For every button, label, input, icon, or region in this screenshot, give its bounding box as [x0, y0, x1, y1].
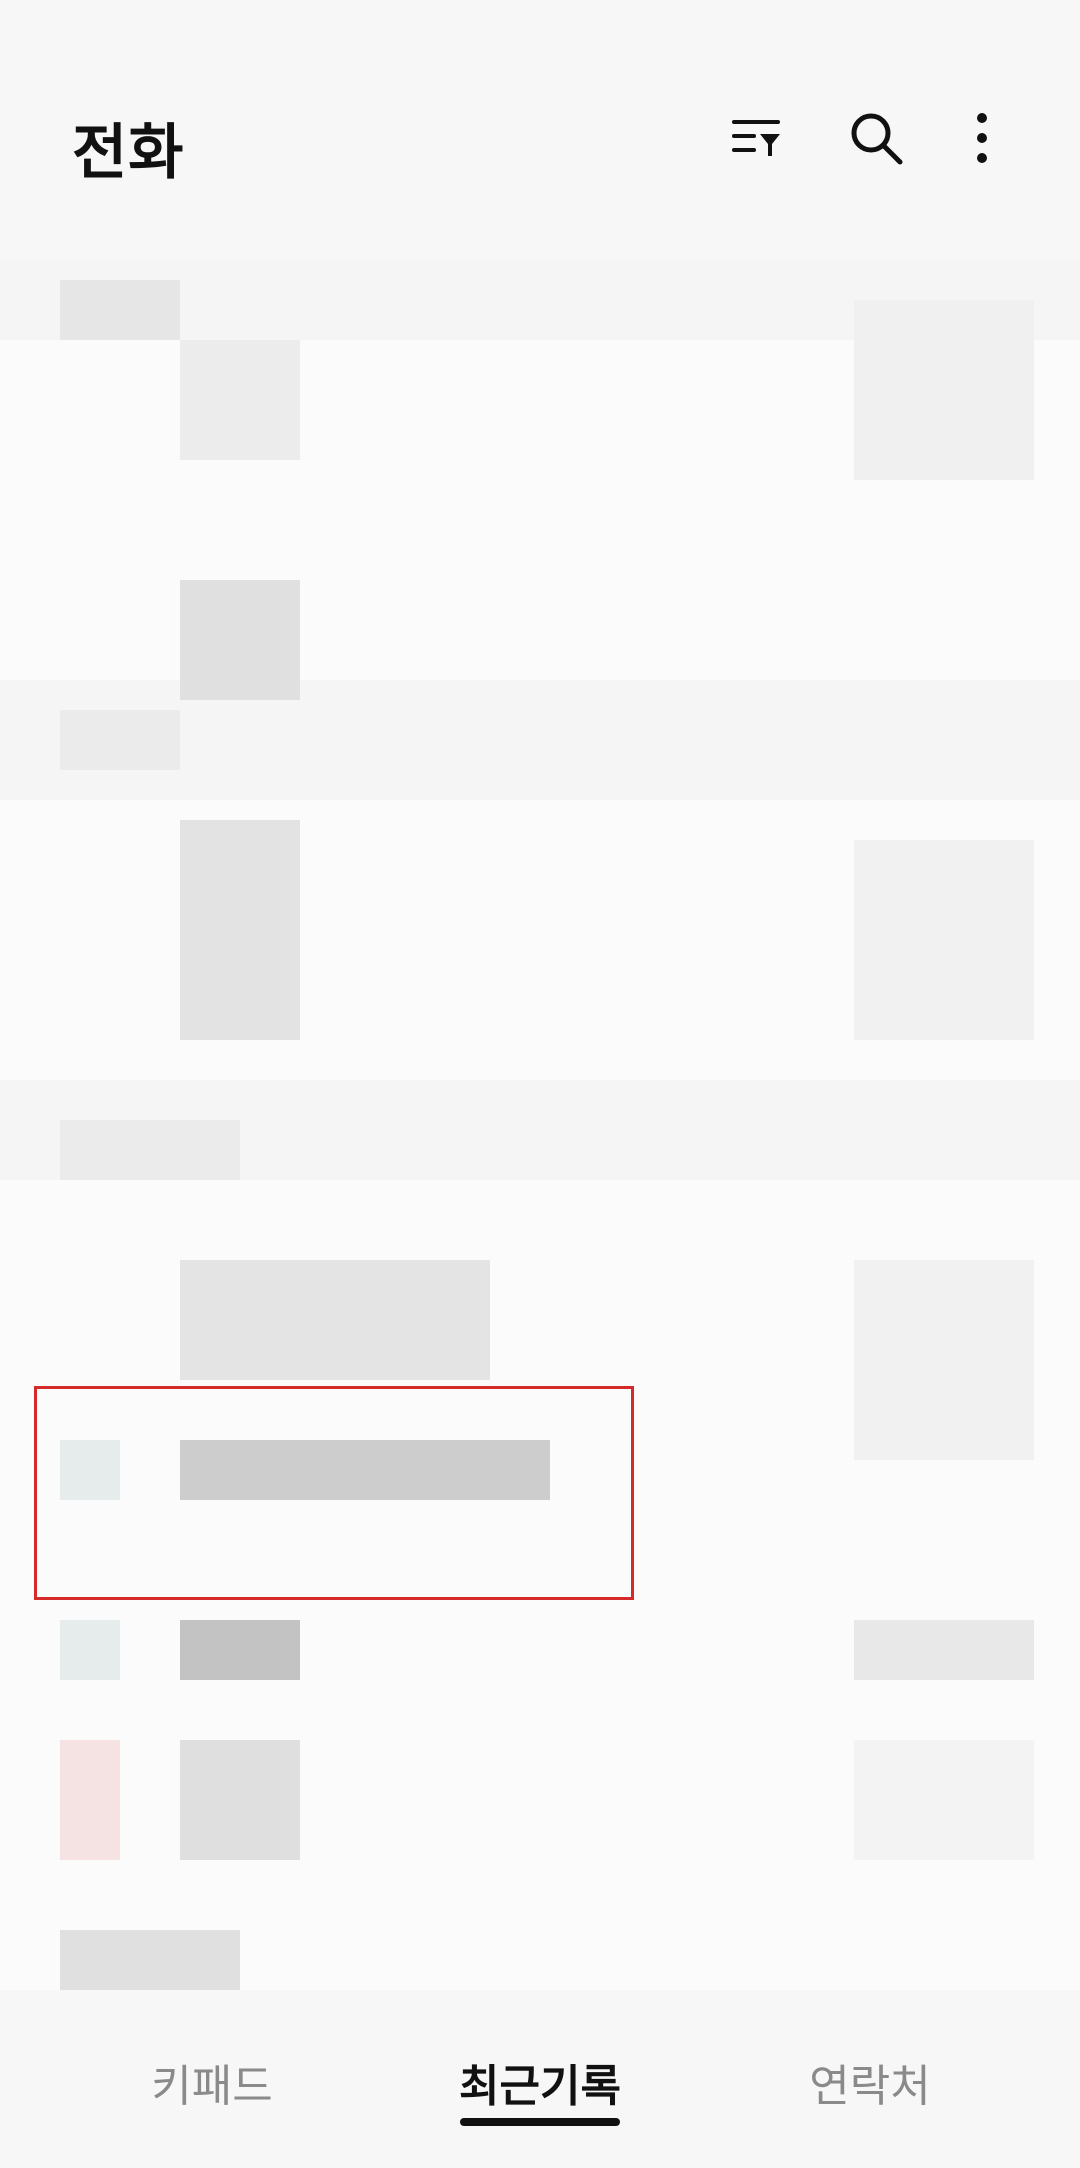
avatar	[180, 340, 300, 460]
call-button[interactable]	[854, 1260, 1034, 1460]
highlight-box	[34, 1386, 634, 1600]
avatar	[60, 280, 180, 340]
call-type-icon	[60, 1740, 120, 1860]
avatar	[60, 710, 180, 770]
tab-keypad[interactable]: 키패드	[132, 2050, 292, 2114]
recent-calls-list	[0, 260, 1080, 2130]
tab-contacts[interactable]: 연락처	[790, 2050, 950, 2114]
bottom-navigation: 키패드 최근기록 연락처	[0, 1990, 1080, 2168]
call-button[interactable]	[854, 1620, 1034, 1680]
active-tab-indicator	[460, 2118, 620, 2126]
avatar	[180, 820, 300, 1040]
contact-name-redacted	[180, 1620, 300, 1680]
avatar	[60, 1930, 240, 1990]
more-options-icon[interactable]	[950, 106, 1014, 170]
tab-recents[interactable]: 최근기록	[450, 2050, 630, 2114]
filter-icon[interactable]	[724, 106, 788, 170]
contact-name-redacted	[180, 1740, 300, 1860]
call-button[interactable]	[854, 300, 1034, 480]
contact-name-redacted	[180, 1260, 490, 1380]
call-button[interactable]	[854, 1740, 1034, 1860]
call-type-icon	[60, 1620, 120, 1680]
avatar	[180, 580, 300, 700]
avatar	[60, 1120, 240, 1180]
search-icon[interactable]	[844, 106, 908, 170]
app-header: 전화	[0, 0, 1080, 260]
call-button[interactable]	[854, 840, 1034, 1040]
page-title: 전화	[72, 118, 185, 188]
